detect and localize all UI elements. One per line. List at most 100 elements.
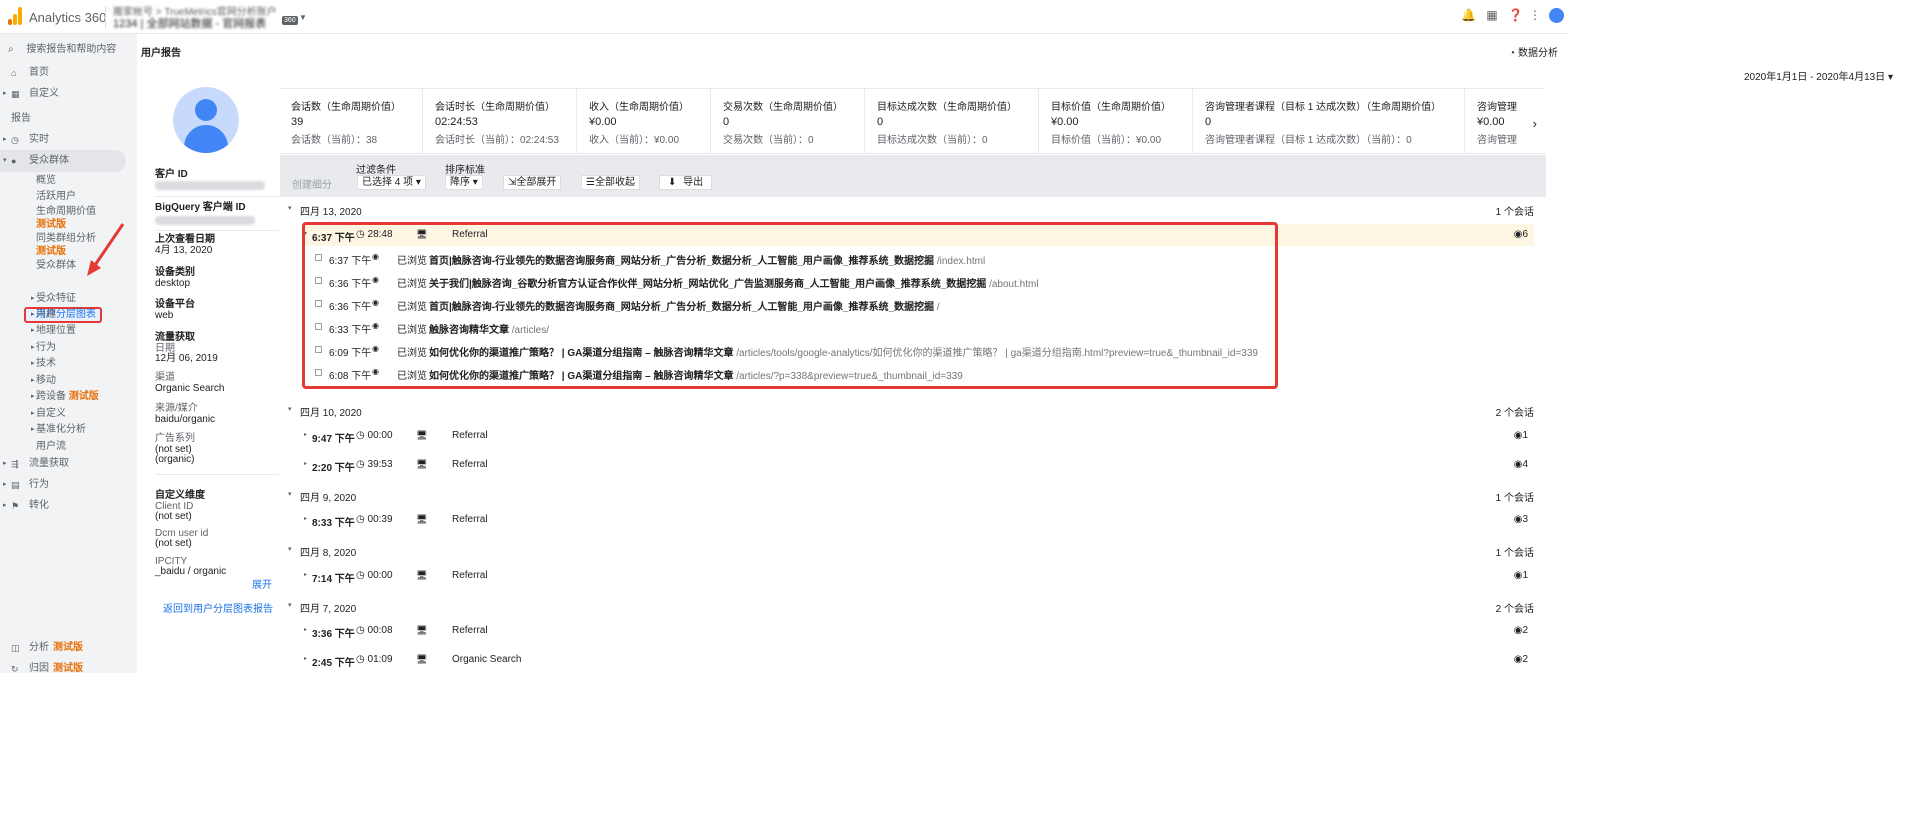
desktop-icon: 🖥 bbox=[416, 654, 428, 664]
page-header: 用户报告 ◔ 数据分析 bbox=[137, 34, 1568, 64]
date-range-picker[interactable]: 2020年1月1日 - 2020年4月13日 ▾ bbox=[1744, 68, 1893, 83]
sidebar-sub-technology[interactable]: ▸ 技术 bbox=[31, 357, 56, 370]
collapse-icon: ☰ bbox=[586, 177, 595, 188]
download-icon: ⬇ bbox=[668, 177, 677, 188]
cd3-value: _baidu / organic bbox=[155, 566, 227, 577]
user-profile-panel: 客户 ID BigQuery 客户端 ID 上次查看日期 4月 13, 2020… bbox=[141, 82, 279, 673]
metric-card: 收入（生命周期价值） ¥0.00 收入（当前）：¥0.00 bbox=[577, 89, 711, 153]
search-icon: ⌕ bbox=[8, 44, 14, 55]
source-value: baidu/organic bbox=[155, 414, 216, 425]
clock-icon: ◷ bbox=[11, 135, 19, 145]
clock-icon: ◷ bbox=[356, 430, 365, 441]
custom-dims-label: 自定义维度 bbox=[155, 490, 205, 501]
help-icon[interactable]: ❓ bbox=[1508, 8, 1523, 22]
sidebar-item-audience[interactable]: ▾ ● 受众群体 bbox=[0, 152, 137, 170]
chevron-right-icon[interactable]: › bbox=[1532, 116, 1537, 131]
campaign-value-2: (organic) bbox=[155, 454, 195, 465]
session-row[interactable]: ▸ 2:45 下午 ◷ 01:09 🖥 Organic Search ◉2 bbox=[280, 649, 1546, 671]
metric-card: 目标价值（生命周期价值） ¥0.00 目标价值（当前）：¥0.00 bbox=[1039, 89, 1193, 153]
session-row[interactable]: ▸ 2:20 下午 ◷ 39:53 🖥 Referral ◉4 bbox=[280, 454, 1546, 476]
attribution-icon: ↻ bbox=[11, 664, 19, 674]
acquisition-date-value: 12月 06, 2019 bbox=[155, 353, 218, 364]
sort-label: 排序标准 bbox=[445, 165, 485, 176]
bell-icon[interactable]: 🔔 bbox=[1461, 8, 1476, 22]
create-segment-button[interactable]: 创建细分 bbox=[292, 176, 332, 191]
person-icon: ● bbox=[11, 156, 17, 166]
sidebar-sub-interests[interactable]: ▸ 兴趣 bbox=[31, 308, 56, 321]
session-day-header[interactable]: ▾ 四月 7, 2020 2 个会话 bbox=[280, 596, 1546, 616]
top-bar: Analytics 360 搬家帐号 > TrueMetrics官网分析账户 1… bbox=[0, 0, 1568, 34]
source-label: 来源/媒介 bbox=[155, 403, 198, 414]
session-day-header[interactable]: ▾ 四月 9, 2020 1 个会话 bbox=[280, 485, 1546, 505]
analytics-logo-icon bbox=[8, 7, 22, 25]
channel-label: 渠道 bbox=[155, 372, 175, 383]
sidebar-item-acquisition[interactable]: ▸ ⇶ 流量获取 bbox=[0, 455, 137, 473]
sort-dropdown[interactable]: 降序 ▾ bbox=[445, 175, 483, 190]
analysis-icon: ◫ bbox=[11, 643, 20, 653]
desktop-icon: 🖥 bbox=[416, 430, 428, 440]
sidebar-sub-audiences[interactable]: 受众群体 bbox=[36, 259, 76, 272]
session-row[interactable]: ▸ 8:33 下午 ◷ 00:39 🖥 Referral ◉3 bbox=[280, 509, 1546, 531]
apps-grid-icon[interactable]: ▦ bbox=[1485, 8, 1499, 22]
sidebar-sub-demographics[interactable]: ▸ 受众特征 bbox=[31, 292, 76, 305]
session-day-header[interactable]: ▾ 四月 13, 2020 1 个会话 bbox=[280, 199, 1546, 219]
sidebar-sub-custom[interactable]: ▸ 自定义 bbox=[31, 407, 66, 420]
sidebar-item-analysis[interactable]: ◫ 分析 测试版 bbox=[0, 639, 137, 657]
session-row[interactable]: ▸ 7:14 下午 ◷ 00:00 🖥 Referral ◉1 bbox=[280, 565, 1546, 587]
filter-dropdown[interactable]: 已选择 4 项 ▾ bbox=[357, 175, 426, 190]
annotation-highlight-box bbox=[302, 222, 1278, 389]
expand-all-button[interactable]: ⇲全部展开 bbox=[503, 175, 562, 190]
data-analysis-button[interactable]: ◔ 数据分析 bbox=[1509, 44, 1558, 59]
platform-label: 设备平台 bbox=[155, 299, 195, 310]
reports-header: 报告 bbox=[11, 113, 31, 124]
metric-card: 会话时长（生命周期价值） 02:24:53 会话时长（当前）：02:24:53 bbox=[423, 89, 577, 153]
sidebar-sub-mobile[interactable]: ▸ 移动 bbox=[31, 374, 56, 387]
sidebar-sub-benchmarking[interactable]: ▸ 基准化分析 bbox=[31, 423, 86, 436]
sidebar-item-home[interactable]: ⌂ 首页 bbox=[0, 64, 137, 82]
session-day-header[interactable]: ▾ 四月 8, 2020 1 个会话 bbox=[280, 540, 1546, 560]
metric-card: 会话数（生命周期价值） 39 会话数（当前）：38 bbox=[279, 89, 423, 153]
expand-link[interactable]: 展开 bbox=[252, 576, 272, 591]
bigquery-id-value bbox=[155, 216, 255, 228]
sidebar-item-realtime[interactable]: ▸ ◷ 实时 bbox=[0, 131, 137, 149]
sidebar-sub-users-flow[interactable]: 用户流 bbox=[36, 440, 66, 453]
chevron-down-icon[interactable]: ▼ bbox=[299, 13, 307, 22]
sidebar-sub-behavior[interactable]: ▸ 行为 bbox=[31, 341, 56, 354]
collapse-all-button[interactable]: ☰全部收起 bbox=[581, 175, 640, 190]
clock-icon: ◷ bbox=[356, 459, 365, 470]
account-view-selector[interactable]: 1234 | 全部网站数据 - 官网报表 bbox=[113, 15, 266, 31]
dashboard-icon: ▦ bbox=[11, 89, 20, 99]
sidebar-sub-active-users[interactable]: 活跃用户 bbox=[36, 190, 76, 203]
session-row[interactable]: ▸ 3:36 下午 ◷ 00:08 🖥 Referral ◉2 bbox=[280, 620, 1546, 642]
sidebar-item-custom[interactable]: ▸ ▦ 自定义 bbox=[0, 85, 137, 103]
sidebar-sub-overview[interactable]: 概览 bbox=[36, 174, 56, 187]
metric-card: 咨询管理者课程（目标 1 达成次数）（生命周期价值） 0 咨询管理者课程（目标 1 … bbox=[1193, 89, 1465, 153]
account-avatar[interactable] bbox=[1549, 8, 1564, 23]
back-to-report-link[interactable]: 返回到用户分层图表报告 bbox=[163, 600, 273, 615]
device-value: desktop bbox=[155, 278, 191, 289]
sidebar: ⌕ 搜索报告和帮助内容 ⌂ 首页 ▸ ▦ 自定义 报告 ▸ ◷ 实时 ▾ ● 受众群体 概览 … bbox=[0, 34, 137, 674]
clock-icon: ◷ bbox=[356, 514, 365, 525]
session-day-header[interactable]: ▾ 四月 10, 2020 2 个会话 bbox=[280, 400, 1546, 420]
sidebar-item-behavior[interactable]: ▸ ▤ 行为 bbox=[0, 476, 137, 494]
session-row[interactable]: ▸ 9:47 下午 ◷ 00:00 🖥 Referral ◉1 bbox=[280, 425, 1546, 447]
device-label: 设备类别 bbox=[155, 267, 195, 278]
sidebar-item-attribution[interactable]: ↻ 归因 测试版 bbox=[0, 660, 137, 678]
toolbar: 创建细分 过滤条件 已选择 4 项 ▾ 排序标准 降序 ▾ ⇲全部展开 ☰全部收… bbox=[280, 155, 1546, 197]
sidebar-item-conversions[interactable]: ▸ ⚑ 转化 bbox=[0, 497, 137, 515]
acquisition-label: 流量获取 bbox=[155, 332, 195, 343]
behavior-icon: ▤ bbox=[11, 480, 20, 490]
badge-360: 360 bbox=[282, 16, 298, 25]
cd1-value: (not set) bbox=[155, 511, 192, 522]
cd2-value: (not set) bbox=[155, 538, 192, 549]
last-seen-label: 上次查看日期 bbox=[155, 234, 215, 245]
export-button[interactable]: ⬇ 导出 bbox=[659, 175, 713, 190]
sidebar-search[interactable]: ⌕ 搜索报告和帮助内容 bbox=[8, 40, 116, 55]
metrics-strip: 会话数（生命周期价值） 39 会话数（当前）：38 会话时长（生命周期价值） 02:2… bbox=[279, 88, 1545, 154]
sidebar-sub-cross-device[interactable]: ▸ 跨设备 测试版 bbox=[31, 390, 99, 403]
more-vert-icon[interactable]: ⋮ bbox=[1528, 8, 1542, 22]
desktop-icon: 🖥 bbox=[416, 625, 428, 635]
sidebar-sub-geo[interactable]: ▸ 地理位置 bbox=[31, 324, 76, 337]
divider bbox=[105, 6, 106, 28]
clock-icon: ◷ bbox=[356, 570, 365, 581]
